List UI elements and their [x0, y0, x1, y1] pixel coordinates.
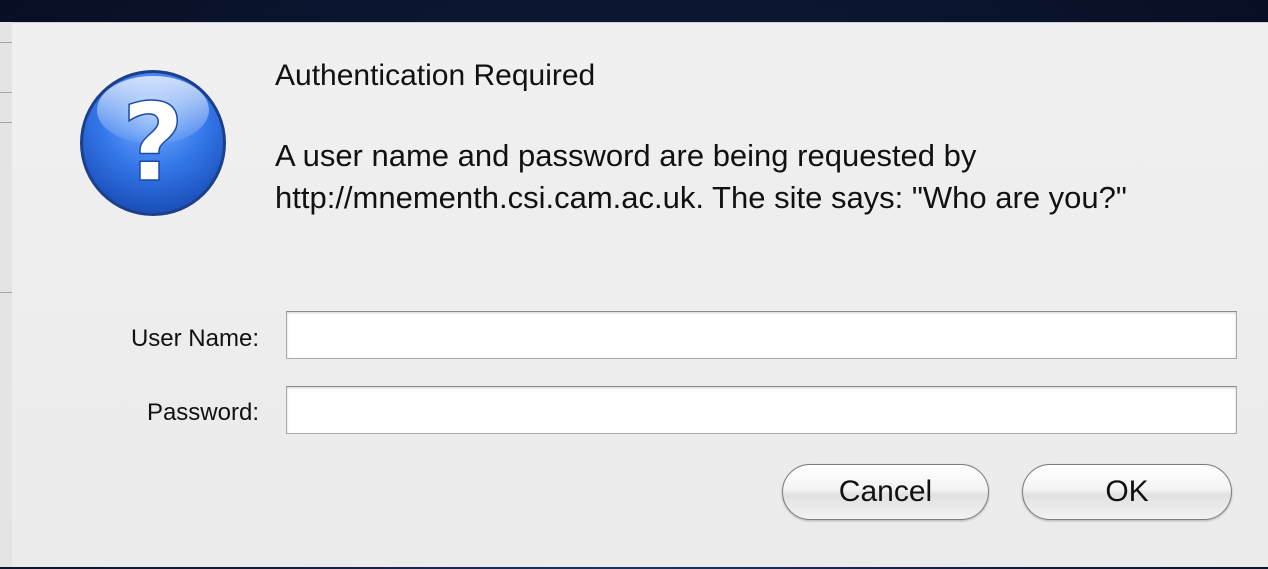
question-glyph: ? [122, 81, 185, 206]
password-input[interactable] [286, 386, 1237, 434]
password-label: Password: [146, 399, 259, 426]
ok-button[interactable]: OK [1022, 464, 1232, 520]
username-label: User Name: [130, 325, 259, 352]
cancel-button[interactable]: Cancel [782, 464, 989, 520]
dialog-message: A user name and password are being reque… [275, 138, 1127, 215]
username-input[interactable] [286, 311, 1237, 359]
authentication-dialog: ? Authentication Required A user name an… [12, 22, 1268, 567]
question-mark-icon: ? [80, 70, 226, 216]
dialog-title: Authentication Required [275, 59, 596, 92]
